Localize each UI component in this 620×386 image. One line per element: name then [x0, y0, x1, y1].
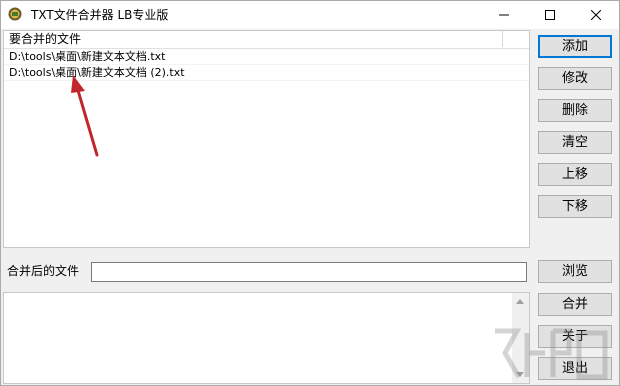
window-title: TXT文件合并器 LB专业版 — [31, 8, 169, 22]
output-file-label: 合并后的文件 — [7, 264, 80, 278]
add-button[interactable]: 添加 — [538, 35, 612, 58]
watermark-logo-icon — [495, 328, 608, 380]
maximize-icon — [545, 10, 555, 20]
arrow-annotation-icon — [71, 75, 99, 157]
move-down-button[interactable]: 下移 — [538, 195, 612, 218]
merge-button[interactable]: 合并 — [538, 293, 612, 316]
log-textarea[interactable] — [3, 292, 530, 384]
maximize-button[interactable] — [527, 1, 573, 29]
column-header-empty — [503, 31, 529, 47]
title-bar: TXT文件合并器 LB专业版 — [1, 1, 619, 29]
browse-button[interactable]: 浏览 — [538, 260, 612, 283]
delete-button[interactable]: 删除 — [538, 99, 612, 122]
close-icon — [591, 10, 601, 20]
move-up-button[interactable]: 上移 — [538, 163, 612, 186]
list-header: 要合并的文件 — [4, 31, 529, 49]
clear-button[interactable]: 清空 — [538, 131, 612, 154]
output-file-input[interactable] — [91, 262, 527, 282]
app-icon — [8, 7, 22, 21]
close-button[interactable] — [573, 1, 619, 29]
app-window: TXT文件合并器 LB专业版 要合并的文件 D:\tools\桌面\新建文本文档… — [0, 0, 620, 386]
column-header-files[interactable]: 要合并的文件 — [9, 32, 81, 47]
edit-button[interactable]: 修改 — [538, 67, 612, 90]
list-item[interactable]: D:\tools\桌面\新建文本文档.txt — [4, 49, 529, 65]
scroll-up-icon[interactable] — [516, 299, 524, 304]
minimize-button[interactable] — [481, 1, 527, 29]
minimize-icon — [499, 14, 509, 16]
